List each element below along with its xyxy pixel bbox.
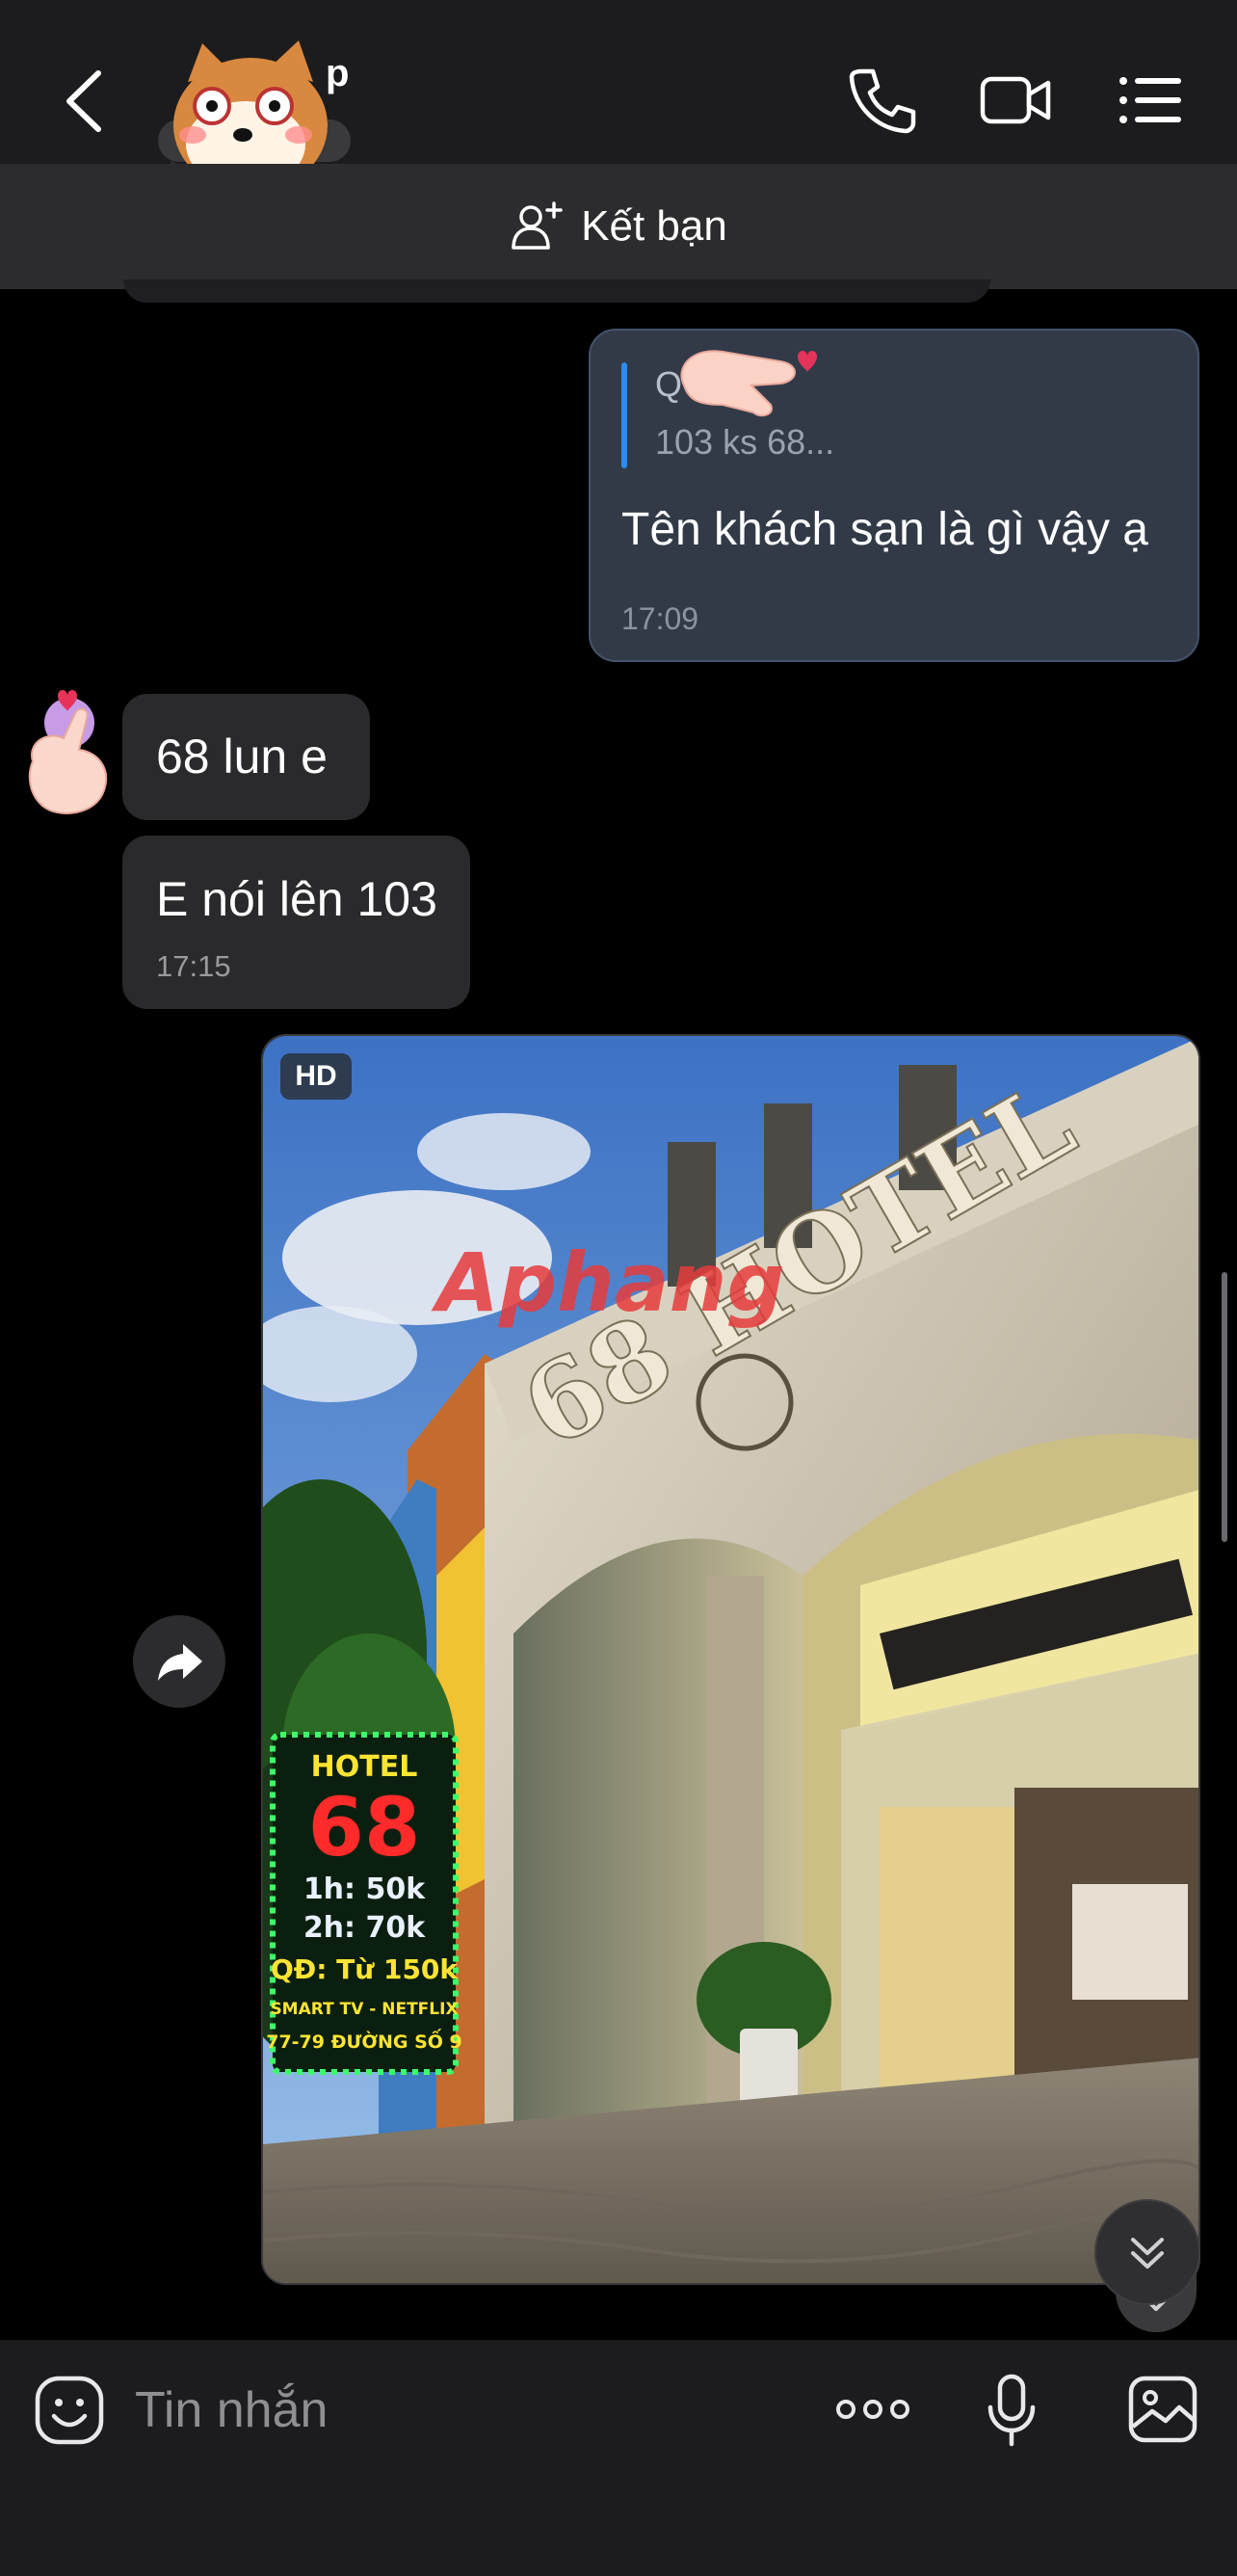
hotel-photo-message[interactable]: 68 HOTEL HOTEL 68 1h: 50k 2h: 70k QĐ: Từ… (261, 1034, 1200, 2285)
more-options-icon[interactable] (834, 2390, 911, 2429)
message-composer-bar (0, 2340, 1237, 2576)
scroll-to-bottom-button[interactable] (1094, 2199, 1200, 2305)
hotel-photo-image: 68 HOTEL HOTEL 68 1h: 50k 2h: 70k QĐ: Từ… (263, 1036, 1198, 2283)
incoming-message-text: E nói lên 103 (156, 872, 437, 926)
sign-number-text: 68 (308, 1780, 421, 1874)
sign-line-text: QĐ: Từ 150k (271, 1953, 459, 1985)
forward-arrow-icon (158, 1644, 202, 1681)
incoming-message-text: 68 lun e (156, 730, 328, 783)
message-input[interactable] (135, 2377, 713, 2444)
add-friend-label: Kết bạn (581, 202, 727, 250)
finger-heart-sticker (680, 350, 817, 417)
sign-line-text: SMART TV - NETFLIX (270, 2000, 458, 2019)
sign-title-text: HOTEL (311, 1750, 418, 1784)
contact-avatar-sticker[interactable] (19, 675, 116, 838)
double-chevron-down-icon (1131, 2238, 1164, 2269)
watermark-text: Aphang (431, 1235, 785, 1330)
sign-line-text: 2h: 70k (303, 1911, 426, 1945)
outgoing-message-text: Tên khách sạn là gì vậy ạ (621, 504, 1148, 555)
quoted-message-preview[interactable]: 103 ks 68... (655, 422, 834, 463)
sticker-emoji-icon[interactable] (33, 2374, 106, 2447)
phone-icon[interactable] (846, 64, 919, 137)
add-user-icon (512, 201, 563, 250)
hd-badge: HD (280, 1053, 352, 1100)
video-call-icon[interactable] (979, 64, 1052, 137)
previous-message-edge (123, 279, 990, 303)
image-gallery-icon[interactable] (1127, 2375, 1198, 2444)
add-friend-button[interactable]: Kết bạn (0, 164, 1237, 289)
share-forward-button[interactable] (133, 1615, 225, 1708)
scrollbar-thumb[interactable] (1222, 1272, 1227, 1542)
list-menu-icon[interactable] (1114, 64, 1187, 137)
microphone-icon[interactable] (985, 2373, 1039, 2450)
sign-line-text: 77-79 ĐƯỜNG SỐ 9 (266, 2028, 462, 2053)
incoming-message-time: 17:15 (156, 949, 231, 983)
outgoing-message-time: 17:09 (621, 601, 699, 636)
sign-line-text: 1h: 50k (303, 1872, 426, 1906)
back-chevron-icon[interactable] (58, 67, 110, 135)
contact-name-partial: p (326, 52, 350, 94)
quote-accent-bar (621, 362, 627, 468)
